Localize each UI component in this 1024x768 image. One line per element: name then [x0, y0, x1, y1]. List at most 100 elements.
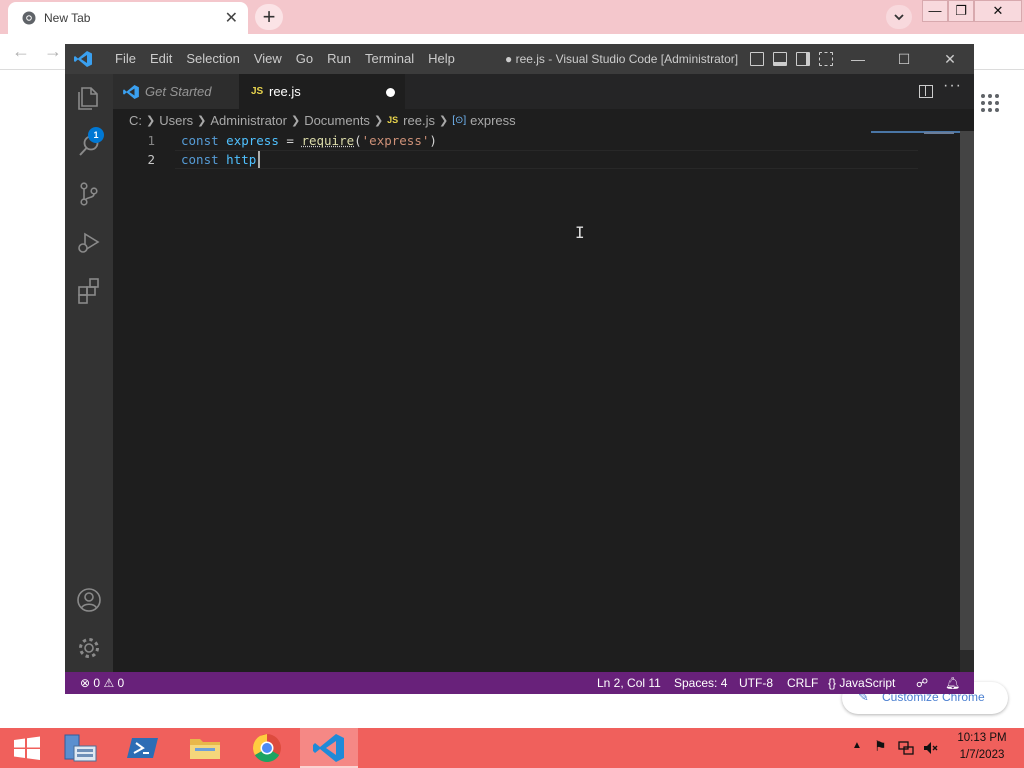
file-explorer-button[interactable] [176, 728, 234, 768]
vscode-minimize-button[interactable]: — [835, 44, 881, 74]
run-debug-icon[interactable] [73, 226, 105, 258]
code-line[interactable]: 2 const http [113, 150, 918, 169]
editor-tabs: Get Started JS ree.js ··· [113, 74, 974, 109]
minimap[interactable] [918, 131, 960, 672]
breadcrumb-file[interactable]: ree.js [403, 113, 435, 128]
chevron-right-icon: ❯ [438, 114, 449, 127]
vscode-taskbar-button[interactable] [300, 728, 358, 768]
menu-terminal[interactable]: Terminal [358, 44, 421, 74]
language-label: JavaScript [839, 676, 896, 690]
extensions-icon[interactable] [73, 274, 105, 306]
windows-logo-icon [14, 736, 40, 760]
mouse-ibeam-icon: I [575, 223, 585, 242]
javascript-file-icon: JS [251, 86, 264, 97]
menu-run[interactable]: Run [320, 44, 358, 74]
chrome-tab-close-icon[interactable]: ✕ [225, 8, 238, 28]
indentation-status[interactable]: Spaces: 4 [674, 672, 727, 694]
window-close-button[interactable]: ✕ [974, 0, 1022, 22]
breadcrumb-documents[interactable]: Documents [304, 113, 370, 128]
tab-get-started[interactable]: Get Started [113, 74, 239, 109]
chrome-tab-search-button[interactable] [886, 5, 912, 29]
paren-token: ) [429, 133, 437, 148]
line-number: 2 [147, 152, 155, 167]
menu-help[interactable]: Help [421, 44, 462, 74]
menu-bar: File Edit Selection View Go Run Terminal… [108, 44, 462, 74]
title-bar: File Edit Selection View Go Run Terminal… [65, 44, 974, 74]
explorer-badge: 1 [88, 127, 104, 143]
menu-file[interactable]: File [108, 44, 143, 74]
show-hidden-icons-icon[interactable]: ▲ [852, 740, 862, 751]
server-manager-button[interactable] [52, 728, 110, 768]
explorer-icon[interactable] [73, 82, 105, 114]
window-minimize-button[interactable]: — [922, 0, 948, 22]
customize-layout-icon[interactable] [819, 52, 833, 66]
menu-edit[interactable]: Edit [143, 44, 179, 74]
source-control-icon[interactable] [73, 178, 105, 210]
vscode-icon [313, 734, 344, 762]
eol-status[interactable]: CRLF [787, 672, 818, 694]
forward-arrow-icon[interactable]: → [44, 41, 62, 62]
window-restore-button[interactable]: ❐ [948, 0, 974, 22]
apps-grid-icon[interactable] [981, 94, 999, 112]
code-line[interactable]: 1 const express = require('express') [113, 131, 918, 150]
status-bar: ⊗ 0 ⚠ 0 Ln 2, Col 11 Spaces: 4 UTF-8 CRL… [65, 672, 974, 694]
more-actions-icon[interactable]: ··· [943, 77, 962, 95]
toggle-secondary-sidebar-icon[interactable] [796, 52, 810, 66]
vscode-maximize-button[interactable]: ☐ [881, 44, 927, 74]
encoding-status[interactable]: UTF-8 [739, 672, 773, 694]
keyword-token: const [181, 152, 219, 167]
notifications-bell-icon[interactable]: 🔔︎ [945, 672, 960, 694]
language-status[interactable]: {} JavaScript [828, 672, 895, 694]
problems-status[interactable]: ⊗ 0 ⚠ 0 [80, 672, 124, 694]
code-text: const express = require('express') [181, 131, 437, 150]
server-manager-icon [64, 734, 97, 762]
toggle-primary-sidebar-icon[interactable] [750, 52, 764, 66]
volume-muted-icon[interactable] [922, 740, 938, 756]
settings-gear-icon[interactable] [73, 632, 105, 664]
vertical-scrollbar-thumb[interactable] [960, 131, 974, 650]
vscode-tab-icon [123, 85, 139, 99]
chrome-taskbar-button[interactable] [238, 728, 296, 768]
activity-bar: 1 [65, 74, 113, 672]
unsaved-dot-icon[interactable] [386, 88, 395, 97]
menu-go[interactable]: Go [289, 44, 320, 74]
breadcrumb-administrator[interactable]: Administrator [210, 113, 287, 128]
chrome-tab-new-tab[interactable]: New Tab ✕ [8, 2, 248, 34]
clock-date: 1/7/2023 [959, 749, 1005, 761]
accounts-icon[interactable] [73, 584, 105, 616]
chrome-tab-strip: New Tab ✕ + — ❐ ✕ [0, 0, 1024, 34]
tab-get-started-label: Get Started [145, 84, 212, 99]
menu-view[interactable]: View [247, 44, 289, 74]
split-editor-icon[interactable] [919, 85, 933, 98]
taskbar-clock[interactable]: 10:13 PM 1/7/2023 [950, 730, 1014, 764]
text-cursor [258, 151, 260, 168]
action-center-flag-icon[interactable]: ⚑ [874, 738, 887, 755]
back-arrow-icon[interactable]: ← [12, 41, 30, 62]
code-editor[interactable]: 1 const express = require('express') 2 c… [113, 131, 918, 672]
cursor-position-status[interactable]: Ln 2, Col 11 [597, 672, 661, 694]
vscode-close-button[interactable]: ✕ [927, 44, 973, 74]
minimap-line [924, 132, 954, 134]
identifier-token: http [226, 152, 257, 167]
javascript-file-icon: JS [387, 115, 399, 125]
network-icon[interactable] [898, 740, 914, 756]
chrome-favicon-icon [22, 11, 36, 25]
chrome-tab-title: New Tab [44, 11, 91, 25]
code-text: const http [181, 150, 256, 169]
start-button[interactable] [0, 728, 58, 768]
menu-selection[interactable]: Selection [179, 44, 246, 74]
feedback-icon[interactable]: ☍ [916, 672, 928, 694]
clock-time: 10:13 PM [957, 732, 1007, 744]
chevron-right-icon: ❯ [290, 114, 301, 127]
breadcrumb-users[interactable]: Users [159, 113, 193, 128]
chrome-new-tab-button[interactable]: + [255, 4, 283, 30]
powershell-button[interactable] [114, 728, 172, 768]
toggle-panel-icon[interactable] [773, 52, 787, 66]
identifier-token: express [226, 133, 279, 148]
chevron-down-icon [894, 14, 904, 21]
breadcrumb-symbol[interactable]: express [470, 113, 516, 128]
breadcrumb-drive[interactable]: C: [129, 113, 142, 128]
error-count: 0 [93, 676, 101, 690]
tab-ree-js[interactable]: JS ree.js [239, 74, 405, 109]
vscode-window: File Edit Selection View Go Run Terminal… [65, 44, 974, 694]
